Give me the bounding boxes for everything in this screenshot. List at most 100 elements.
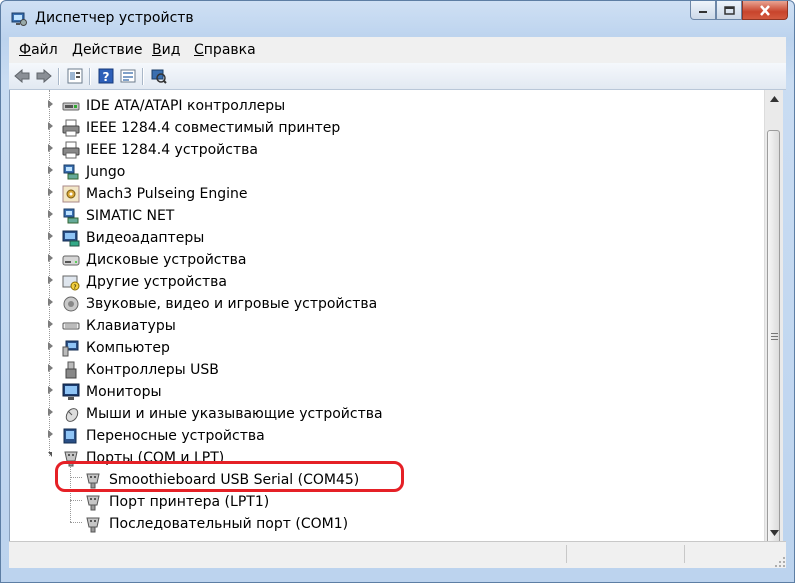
keyboard-icon (62, 322, 80, 330)
svg-text:?: ? (103, 70, 110, 84)
network-device-icon (63, 208, 79, 224)
tree-item[interactable]: Клавиатуры (10, 315, 750, 337)
expand-arrow-icon[interactable] (48, 144, 53, 152)
network-device-icon (63, 164, 79, 180)
expand-arrow-icon[interactable] (48, 386, 53, 394)
menu-view-label: ид (161, 42, 181, 58)
minimize-button[interactable] (690, 1, 716, 20)
expand-arrow-icon[interactable] (48, 166, 53, 174)
tree-item[interactable]: IEEE 1284.4 устройства (10, 139, 750, 161)
scroll-down-icon (769, 529, 779, 536)
tree-item-label: Контроллеры USB (86, 362, 219, 378)
scroll-down-button[interactable] (765, 524, 783, 541)
status-divider (566, 545, 567, 563)
expand-arrow-icon[interactable] (48, 364, 53, 372)
expand-arrow-icon[interactable] (48, 320, 53, 328)
toolbar: ? (9, 63, 786, 90)
monitor-icon (62, 383, 80, 400)
vertical-scrollbar[interactable] (764, 90, 783, 544)
device-manager-icon (11, 12, 27, 26)
tree-item[interactable]: IDE ATA/ATAPI контроллеры (10, 95, 750, 117)
tree-item-label: Порт принтера (LPT1) (109, 494, 270, 510)
toolbar-separator (89, 68, 91, 85)
menu-file[interactable]: Файл (19, 42, 58, 58)
tree-item[interactable]: Дисковые устройства (10, 249, 750, 271)
tree-item[interactable]: Мыши и иные указывающие устройства (10, 403, 750, 425)
expand-arrow-icon[interactable] (48, 430, 53, 438)
expand-arrow-icon[interactable] (48, 408, 53, 416)
menu-help-label: правка (203, 42, 256, 58)
tree-item-label: Дисковые устройства (86, 252, 247, 268)
menu-help[interactable]: Справка (194, 42, 256, 58)
ide-controller-icon (62, 102, 80, 111)
expand-arrow-icon[interactable] (48, 122, 53, 130)
scan-hardware-button[interactable] (150, 67, 168, 85)
menu-action[interactable]: Действие (72, 42, 142, 58)
tree-item-label: Компьютер (86, 340, 170, 356)
grip-line (771, 336, 778, 337)
expand-arrow-icon[interactable] (48, 254, 53, 262)
tree-item[interactable]: Mach3 Pulseing Engine (10, 183, 750, 205)
printer-icon (62, 119, 80, 137)
tree-item[interactable]: ? Другие устройства (10, 271, 750, 293)
toolbar-separator (58, 68, 60, 85)
details-button[interactable] (119, 67, 137, 85)
expand-arrow-icon[interactable] (48, 276, 53, 284)
expand-arrow-icon[interactable] (48, 342, 53, 350)
tree-item[interactable]: Контроллеры USB (10, 359, 750, 381)
tree-item[interactable]: Последовательный порт (COM1) (10, 513, 750, 535)
tree-item[interactable]: Мониторы (10, 381, 750, 403)
tree-item-label: SIMATIC NET (86, 208, 175, 224)
expand-arrow-icon[interactable] (48, 188, 53, 196)
collapse-arrow-icon[interactable] (48, 452, 52, 457)
expand-arrow-icon[interactable] (48, 210, 53, 218)
unknown-device-icon: ? (62, 275, 80, 291)
menu-file-mnemonic: Ф (19, 42, 32, 58)
help-button[interactable]: ? (97, 67, 115, 85)
back-button[interactable] (13, 67, 31, 85)
menu-bar: Файл Действие Вид Справка (9, 37, 786, 64)
mouse-icon (65, 408, 79, 422)
tree-item[interactable]: Порт принтера (LPT1) (10, 491, 750, 513)
menu-action-label: ействие (82, 42, 143, 58)
properties-button[interactable] (66, 67, 84, 85)
forward-button[interactable] (35, 67, 53, 85)
scan-hardware-icon (151, 69, 167, 84)
tree-item-label: Мониторы (86, 384, 162, 400)
tree-item[interactable]: Звуковые, видео и игровые устройства (10, 293, 750, 315)
status-bar (9, 541, 786, 568)
printer-icon (62, 141, 80, 159)
expand-arrow-icon[interactable] (48, 298, 53, 306)
annotation-highlight (55, 461, 404, 492)
tree-item[interactable]: Видеоадаптеры (10, 227, 750, 249)
menu-file-label: айл (31, 42, 58, 58)
expand-arrow-icon[interactable] (48, 232, 53, 240)
resize-grip-icon[interactable] (774, 556, 786, 568)
menu-view-mnemonic: В (152, 42, 162, 58)
expand-arrow-icon[interactable] (48, 100, 53, 108)
close-icon (760, 4, 770, 16)
tree-item[interactable]: SIMATIC NET (10, 205, 750, 227)
tree-item-label: Последовательный порт (COM1) (109, 516, 349, 532)
tree-item-label: Видеоадаптеры (86, 230, 205, 246)
tree-item[interactable]: Переносные устройства (10, 425, 750, 447)
title-bar[interactable]: Диспетчер устройств (1, 1, 794, 37)
tree-item-label: Mach3 Pulseing Engine (86, 186, 248, 202)
tree-item[interactable]: IEEE 1284.4 совместимый принтер (10, 117, 750, 139)
tree-item-label: Переносные устройства (86, 428, 265, 444)
toolbar-separator (142, 68, 144, 85)
scroll-up-button[interactable] (765, 90, 783, 107)
tree-item[interactable]: Jungo (10, 161, 750, 183)
menu-action-mnemonic: Д (72, 42, 83, 58)
menu-view[interactable]: Вид (152, 42, 180, 58)
display-adapter-icon (62, 230, 80, 247)
scrollbar-thumb[interactable] (767, 130, 780, 544)
scroll-up-icon (769, 95, 779, 102)
tree-item-label: Звуковые, видео и игровые устройства (86, 296, 378, 312)
tree-item[interactable]: Компьютер (10, 337, 750, 359)
tree-item-label: Мыши и иные указывающие устройства (86, 406, 383, 422)
close-button[interactable] (742, 1, 788, 20)
maximize-button[interactable] (716, 1, 742, 20)
speaker-icon (63, 296, 79, 312)
tree-item-label: IDE ATA/ATAPI контроллеры (86, 98, 286, 114)
